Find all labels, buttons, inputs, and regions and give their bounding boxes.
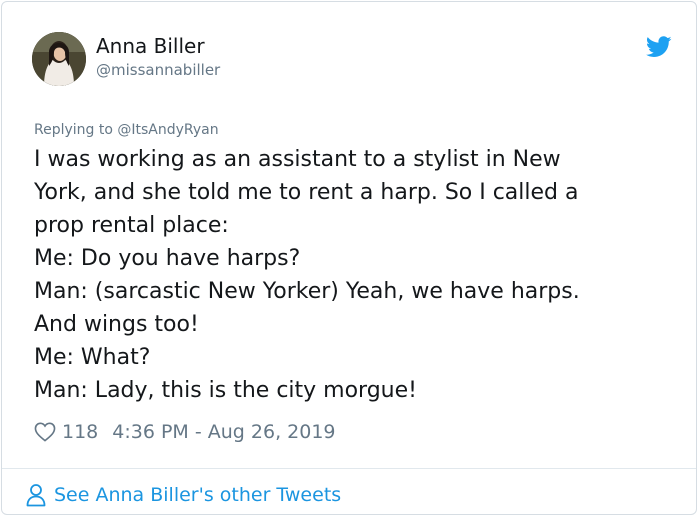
person-icon <box>26 484 46 507</box>
replying-to-mention[interactable]: @ItsAndyRyan <box>117 122 218 138</box>
tweet-text-line: And wings too! <box>34 312 199 337</box>
tweet-text-line: Me: What? <box>34 345 151 370</box>
tweet-text-line: York, and she told me to rent a harp. So… <box>34 180 579 205</box>
tweet-header: Anna Biller @missannabiller <box>32 32 672 90</box>
tweet-text: I was working as an assistant to a styli… <box>34 143 674 407</box>
tweet-meta: 118 4:36 PM - Aug 26, 2019 <box>34 418 336 446</box>
heart-icon[interactable] <box>34 422 56 442</box>
tweet-text-line: prop rental place: <box>34 213 229 238</box>
tweet-text-line: I was working as an assistant to a styli… <box>34 147 561 172</box>
tweet-text-line: Man: (sarcastic New Yorker) Yeah, we hav… <box>34 279 580 304</box>
replying-to: Replying to @ItsAndyRyan <box>34 122 219 138</box>
avatar-image <box>32 32 86 86</box>
avatar[interactable] <box>32 32 86 86</box>
tweet-timestamp[interactable]: 4:36 PM - Aug 26, 2019 <box>112 421 335 443</box>
like-count[interactable]: 118 <box>62 421 98 443</box>
divider <box>2 468 696 469</box>
author-name[interactable]: Anna Biller <box>96 34 205 58</box>
see-other-tweets-link[interactable]: See Anna Biller's other Tweets <box>26 482 341 508</box>
twitter-bird-icon[interactable] <box>646 36 672 58</box>
tweet-text-line: Man: Lady, this is the city morgue! <box>34 378 417 403</box>
author-handle[interactable]: @missannabiller <box>96 61 220 79</box>
tweet-text-line: Me: Do you have harps? <box>34 246 301 271</box>
tweet-card: Anna Biller @missannabiller Replying to … <box>1 1 697 515</box>
replying-to-label: Replying to <box>34 122 118 138</box>
see-other-tweets-label[interactable]: See Anna Biller's other Tweets <box>54 484 341 506</box>
